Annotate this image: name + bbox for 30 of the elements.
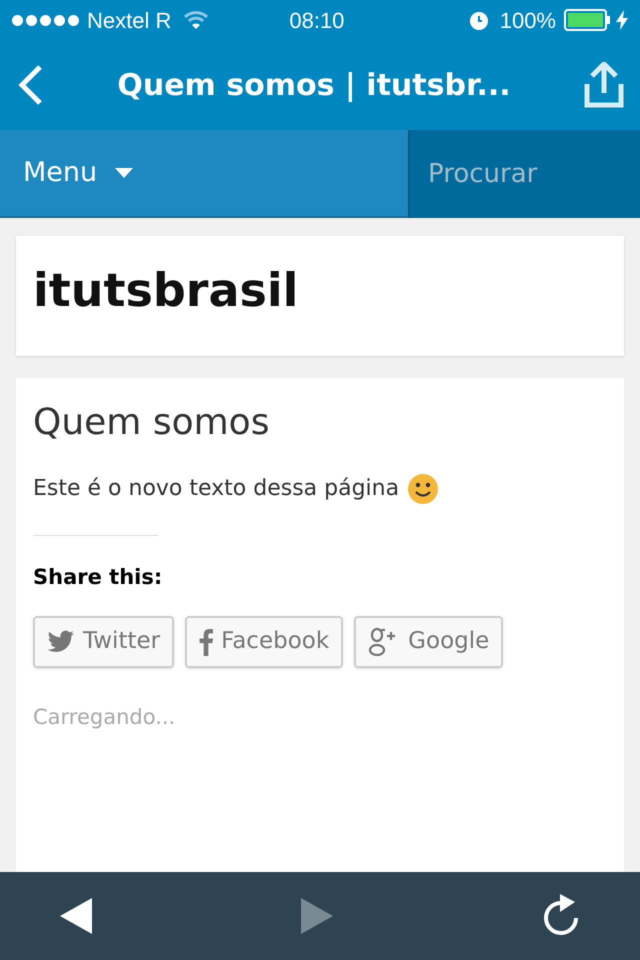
carrier-name: Nextel R xyxy=(87,6,172,34)
share-button[interactable]: Google xyxy=(354,616,504,668)
bird-icon xyxy=(47,630,75,654)
post-title: Quem somos xyxy=(33,401,270,445)
letter-f-icon xyxy=(199,628,214,656)
share-icon[interactable] xyxy=(584,62,624,108)
search-field[interactable]: Procurar xyxy=(408,130,640,218)
wifi-icon xyxy=(183,11,210,29)
reload-button[interactable] xyxy=(542,894,580,938)
smiley-icon xyxy=(407,472,440,504)
back-triangle-icon xyxy=(60,898,92,934)
loading-text: Carregando... xyxy=(33,704,176,730)
status-time: 08:10 xyxy=(289,6,344,34)
alarm-clock-icon xyxy=(468,9,490,31)
back-chevron-icon[interactable] xyxy=(16,64,44,106)
page-title: Quem somos | itutsbr... xyxy=(116,66,512,104)
signal-dots-icon xyxy=(12,14,79,26)
share-button[interactable]: Facebook xyxy=(185,616,344,668)
forward-triangle-icon xyxy=(301,898,333,934)
share-heading: Share this: xyxy=(33,564,162,591)
menu-button[interactable]: Menu xyxy=(0,130,408,218)
lightning-icon xyxy=(616,10,628,30)
back-button[interactable] xyxy=(60,898,92,934)
caret-icon xyxy=(115,168,134,178)
site-title[interactable]: itutsbrasil xyxy=(33,256,607,325)
share-button[interactable]: Twitter xyxy=(33,616,174,668)
battery-percent: 100% xyxy=(500,6,556,34)
reload-icon xyxy=(542,894,580,938)
post-text: Este é o novo texto dessa página xyxy=(33,475,400,503)
battery-icon xyxy=(564,9,612,31)
